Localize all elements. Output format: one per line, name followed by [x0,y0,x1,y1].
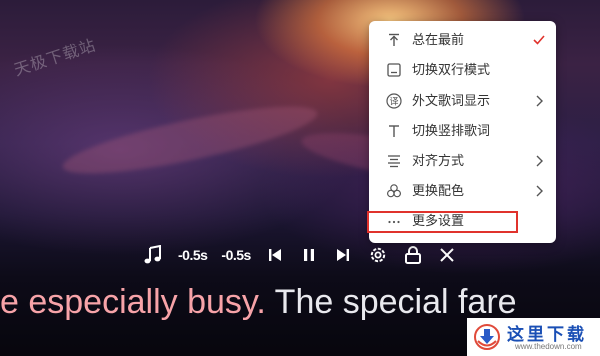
music-note-button[interactable] [142,242,164,268]
logo-emblem-icon [474,324,500,350]
offset-forward-label: -0.5s [221,247,251,263]
palette-icon [386,183,402,199]
pause-button[interactable] [299,242,319,268]
close-button[interactable] [437,242,457,268]
text-t-icon [386,123,402,139]
lock-button[interactable] [403,242,423,268]
next-track-button[interactable] [333,242,353,268]
menu-item-label: 更换配色 [412,183,465,198]
menu-item-label: 切换竖排歌词 [412,123,491,138]
lyrics-toolbar: -0.5s -0.5s [142,240,457,270]
lyric-line: e especially busy. The special fare [0,280,517,324]
lock-icon [404,246,421,264]
menu-item-foreign-lyrics[interactable]: 译 外文歌词显示 [369,86,556,116]
checkmark-icon [533,33,545,47]
menu-item-label: 外文歌词显示 [412,93,491,108]
translate-icon: 译 [386,93,402,109]
lyric-offset-back-button[interactable]: -0.5s [178,242,208,268]
menu-item-label: 对齐方式 [412,153,465,168]
menu-item-label: 切换双行模式 [412,62,491,77]
menu-item-change-color[interactable]: 更换配色 [369,176,556,206]
highlight-box [367,211,518,233]
previous-track-button[interactable] [265,242,285,268]
translate-glyph: 译 [389,97,398,108]
close-icon [440,248,454,262]
two-line-icon [386,62,402,78]
lyric-offset-forward-button[interactable]: -0.5s [221,242,251,268]
gear-icon [370,247,386,263]
chevron-right-icon [533,154,545,168]
pause-icon [303,249,314,261]
align-icon [386,153,402,169]
chevron-right-icon [533,184,545,198]
menu-item-vertical-lyrics[interactable]: 切换竖排歌词 [369,116,556,146]
settings-button[interactable] [367,242,389,268]
skip-previous-icon [268,249,281,261]
chevron-right-icon [533,94,545,108]
logo-url: www.thedown.com [515,342,582,351]
menu-item-label: 总在最前 [412,32,465,47]
skip-next-icon [336,249,349,261]
pin-top-icon [386,32,402,48]
settings-context-menu: 总在最前 切换双行模式 译 外文歌词显示 切换竖排歌词 对齐方式 更换配色 更多… [369,21,556,243]
menu-item-always-on-top[interactable]: 总在最前 [369,25,556,55]
site-logo: 这里下载 www.thedown.com [467,318,600,356]
offset-back-label: -0.5s [178,247,208,263]
lyric-played-text: e especially busy. [0,283,266,321]
menu-item-alignment[interactable]: 对齐方式 [369,146,556,176]
lyric-upcoming-text: The special fare [265,283,517,321]
music-note-icon [144,245,161,264]
menu-item-two-line-mode[interactable]: 切换双行模式 [369,55,556,85]
